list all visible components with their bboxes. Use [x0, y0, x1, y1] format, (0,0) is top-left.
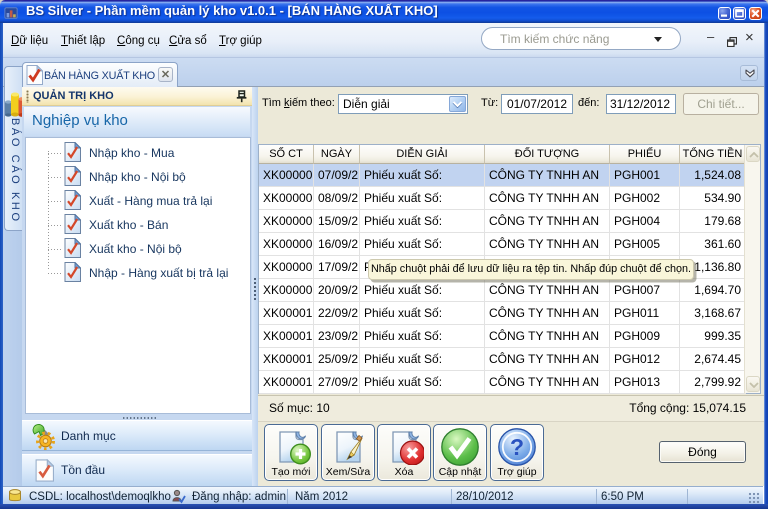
svg-text:?: ? [510, 434, 524, 460]
